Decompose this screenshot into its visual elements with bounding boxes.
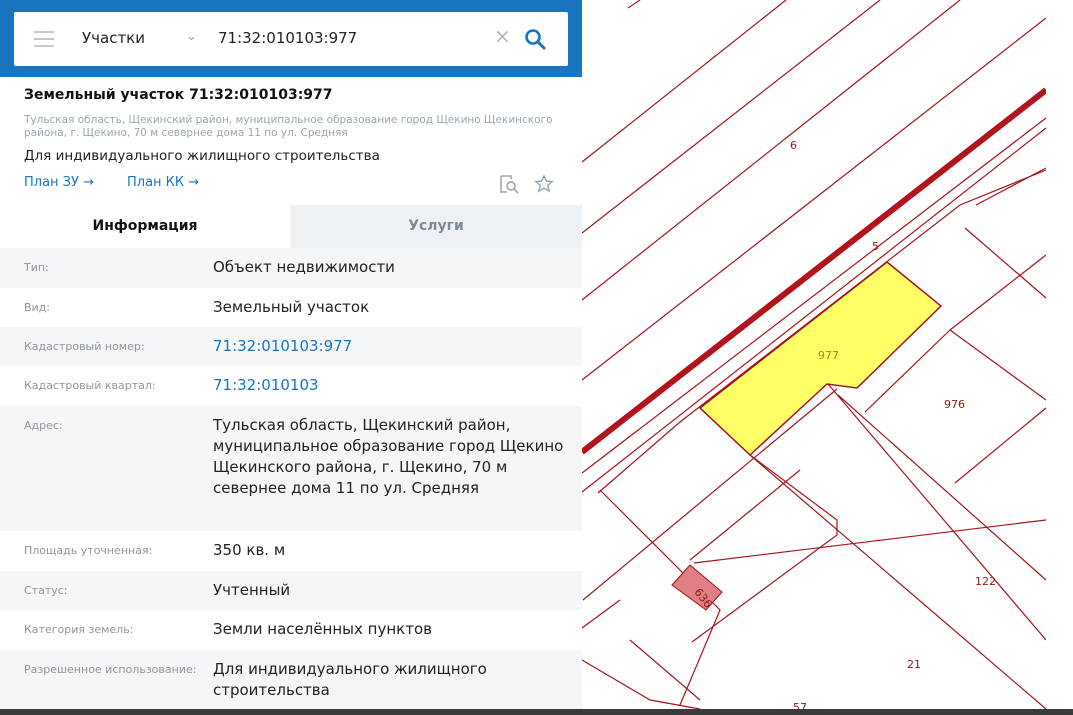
row-label: Категория земель: xyxy=(24,623,134,636)
map-label-21: 21 xyxy=(907,658,921,671)
row-value: Учтенный xyxy=(213,581,291,599)
close-icon[interactable]: × xyxy=(494,26,511,46)
tab-information[interactable]: Информация xyxy=(0,205,290,248)
table-row: Категория земель: Земли населённых пункт… xyxy=(0,610,582,650)
row-value: Тульская область, Щекинский район, муниц… xyxy=(213,416,564,497)
map-label-977: 977 xyxy=(818,349,839,362)
row-label: Кадастровый квартал: xyxy=(24,379,156,392)
map-right-margin xyxy=(1046,0,1073,715)
object-purpose: Для индивидуального жилищного строительс… xyxy=(24,148,380,164)
row-label: Кадастровый номер: xyxy=(24,340,145,353)
tab-services[interactable]: Услуги xyxy=(290,205,582,248)
row-value: Для индивидуального жилищного строительс… xyxy=(213,660,487,699)
map-label-6: 6 xyxy=(790,139,797,152)
row-label: Площадь уточненная: xyxy=(24,544,153,557)
row-label: Тип: xyxy=(24,261,49,274)
tabs: Информация Услуги xyxy=(0,205,582,248)
table-row: Кадастровый номер: 71:32:010103:977 xyxy=(0,327,582,366)
search-input[interactable]: 71:32:010103:977 xyxy=(218,29,357,47)
table-row: Вид: Земельный участок xyxy=(0,288,582,327)
cadastral-quarter-link[interactable]: 71:32:010103 xyxy=(213,375,568,396)
window-bottom-bar xyxy=(0,709,1073,715)
object-type-select[interactable]: Участки xyxy=(82,29,145,47)
road-boundary-line xyxy=(580,87,1048,455)
property-table: Тип: Объект недвижимости Вид: Земельный … xyxy=(0,248,582,709)
row-label: Статус: xyxy=(24,584,68,597)
table-row: Кадастровый квартал: 71:32:010103 xyxy=(0,366,582,406)
row-label: Адрес: xyxy=(24,419,63,432)
table-row: Адрес: Тульская область, Щекинский район… xyxy=(0,406,582,531)
search-box[interactable]: Участки ⌄ 71:32:010103:977 × xyxy=(14,12,568,66)
menu-icon[interactable] xyxy=(34,31,54,47)
search-icon[interactable] xyxy=(523,27,547,51)
row-label: Разрешенное использование: xyxy=(24,663,197,676)
info-panel: Участки ⌄ 71:32:010103:977 × Земельный у… xyxy=(0,0,582,709)
plan-kk-link[interactable]: План КК → xyxy=(127,175,199,190)
map-label-122: 122 xyxy=(975,575,996,588)
table-row: Статус: Учтенный xyxy=(0,571,582,610)
chevron-down-icon[interactable]: ⌄ xyxy=(186,29,197,44)
map-label-5: 5 xyxy=(872,240,879,253)
row-value: Объект недвижимости xyxy=(213,258,395,276)
row-value: Земельный участок xyxy=(213,298,370,316)
object-title: Земельный участок 71:32:010103:977 xyxy=(24,87,333,103)
star-icon[interactable] xyxy=(534,174,554,194)
object-address: Тульская область, Щекинский район, муниц… xyxy=(24,114,553,139)
document-search-icon[interactable] xyxy=(498,174,520,194)
row-value: Земли населённых пунктов xyxy=(213,620,432,638)
cadastral-number-link[interactable]: 71:32:010103:977 xyxy=(213,336,568,357)
map-label-976: 976 xyxy=(944,398,965,411)
building-636[interactable] xyxy=(671,564,723,611)
search-header: Участки ⌄ 71:32:010103:977 × xyxy=(0,0,582,77)
table-row: Площадь уточненная: 350 кв. м xyxy=(0,531,582,571)
table-row: Тип: Объект недвижимости xyxy=(0,248,582,288)
row-label: Вид: xyxy=(24,301,51,314)
row-value: 350 кв. м xyxy=(213,541,286,559)
plan-zu-link[interactable]: План ЗУ → xyxy=(24,175,94,190)
table-row: Разрешенное использование: Для индивидуа… xyxy=(0,650,582,709)
